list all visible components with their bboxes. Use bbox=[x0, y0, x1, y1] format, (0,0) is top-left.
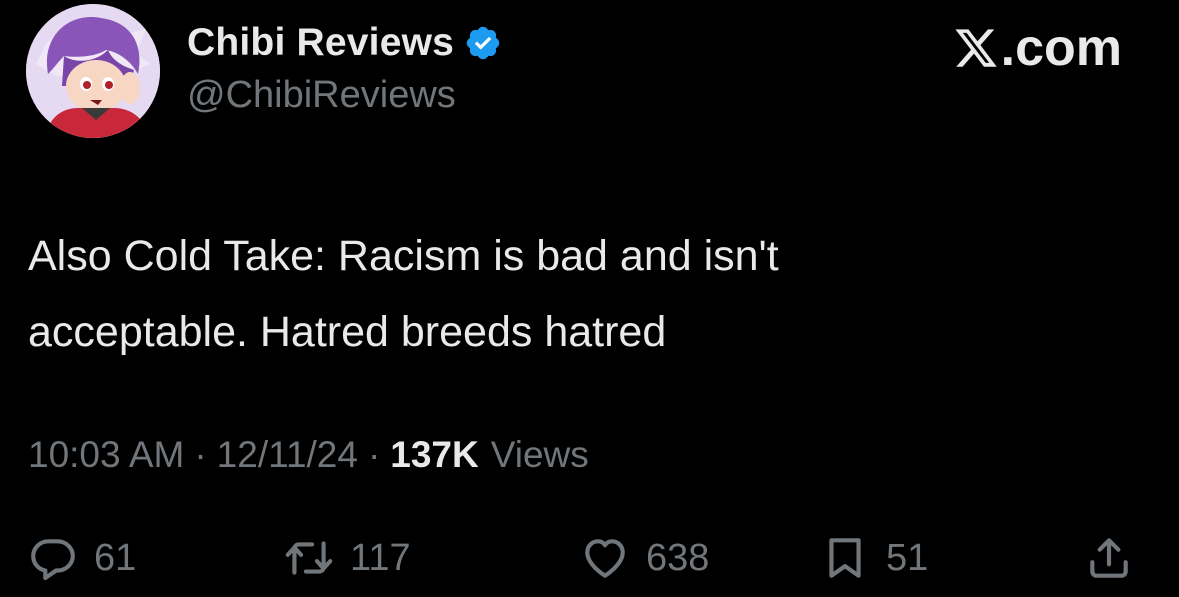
meta-separator: · bbox=[367, 434, 381, 475]
share-icon bbox=[1090, 538, 1128, 578]
bookmark-icon bbox=[829, 538, 861, 578]
brand-watermark: .com bbox=[953, 18, 1122, 78]
meta-separator: · bbox=[194, 434, 207, 475]
brand-domain-text: .com bbox=[1000, 19, 1122, 77]
heart-icon bbox=[585, 539, 625, 578]
tweet-meta: 10:03 AM · 12/11/24 · 137K Views bbox=[28, 434, 589, 476]
author-name-row: Chibi Reviews bbox=[187, 20, 502, 66]
tweet-time[interactable]: 10:03 AM bbox=[28, 434, 184, 476]
repost-button[interactable]: 117 bbox=[284, 528, 411, 588]
tweet-text: Also Cold Take: Racism is bad and isn't … bbox=[28, 218, 1128, 370]
tweet-text-line: acceptable. Hatred breeds hatred bbox=[28, 308, 667, 356]
x-logo-icon bbox=[955, 29, 997, 67]
like-button[interactable]: 638 bbox=[580, 528, 709, 588]
author-handle[interactable]: @ChibiReviews bbox=[187, 74, 456, 117]
avatar-illustration bbox=[26, 4, 160, 138]
reply-icon bbox=[31, 539, 75, 581]
reply-count: 61 bbox=[94, 536, 137, 579]
share-button[interactable] bbox=[1084, 528, 1134, 588]
tweet-date[interactable]: 12/11/24 bbox=[217, 434, 358, 476]
bookmark-button[interactable]: 51 bbox=[820, 528, 928, 588]
bookmark-count: 51 bbox=[886, 536, 929, 579]
repost-icon bbox=[285, 541, 333, 575]
views-count[interactable]: 137K bbox=[390, 434, 478, 476]
like-count: 638 bbox=[646, 536, 710, 579]
action-bar: 61 117 638 51 bbox=[0, 528, 1179, 588]
repost-count: 117 bbox=[350, 536, 411, 579]
verified-badge-icon[interactable] bbox=[464, 24, 502, 62]
reply-button[interactable]: 61 bbox=[28, 528, 136, 588]
views-label: Views bbox=[490, 434, 589, 475]
author-display-name[interactable]: Chibi Reviews bbox=[187, 21, 454, 65]
tweet-text-line: Also Cold Take: Racism is bad and isn't bbox=[28, 232, 779, 280]
avatar[interactable] bbox=[26, 4, 160, 138]
